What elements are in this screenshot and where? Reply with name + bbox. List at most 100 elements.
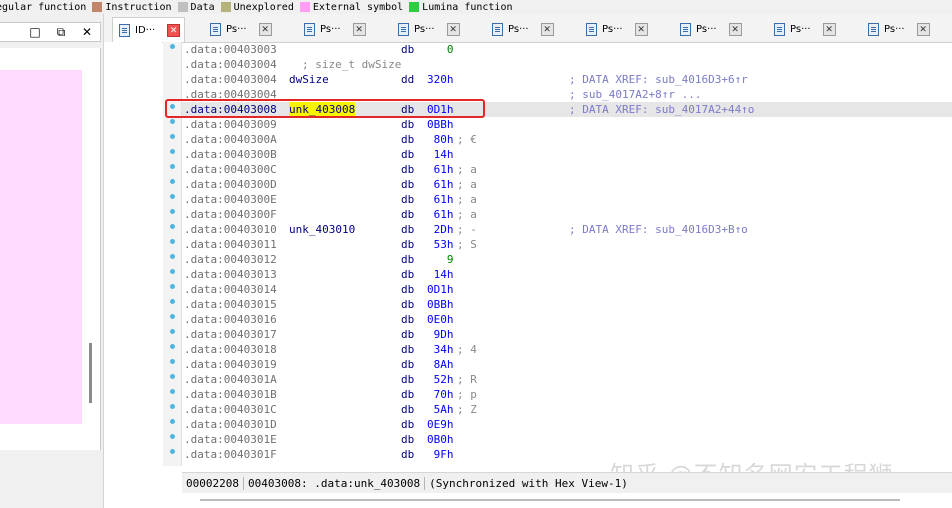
address: .data:0040301F bbox=[184, 448, 277, 461]
mnemonic: db bbox=[401, 253, 415, 266]
mnemonic: db bbox=[401, 283, 415, 296]
legend-label: External symbol bbox=[312, 1, 404, 13]
listing-row[interactable]: .data:00403013 db 14h bbox=[182, 267, 952, 282]
mnemonic: db bbox=[401, 178, 415, 191]
graph-node-marker bbox=[170, 224, 175, 229]
arrow-gutter bbox=[104, 42, 162, 466]
listing-row[interactable]: .data:0040301B db 70h; p bbox=[182, 387, 952, 402]
graph-node-marker bbox=[170, 119, 175, 124]
tab-pseudocode-3[interactable]: Ps··· ✕ bbox=[392, 17, 464, 41]
listing-row[interactable]: .data:00403018 db 34h; 4 bbox=[182, 342, 952, 357]
listing-row[interactable]: .data:0040300C db 61h; a bbox=[182, 162, 952, 177]
listing-row[interactable]: .data:00403014 db 0D1h bbox=[182, 282, 952, 297]
inline-comment: ; R bbox=[457, 373, 477, 386]
vertical-scrollbar[interactable] bbox=[89, 343, 92, 403]
tab-pseudocode-5[interactable]: Ps··· ✕ bbox=[580, 17, 652, 41]
graph-node-marker bbox=[170, 314, 175, 319]
listing-row[interactable]: .data:00403009 db 0BBh bbox=[182, 117, 952, 132]
operand: 61h bbox=[427, 208, 454, 221]
listing-row[interactable]: .data:00403003 db 0 bbox=[182, 42, 952, 57]
tab-label: Ps··· bbox=[790, 23, 811, 35]
listing-row[interactable]: .data:00403019 db 8Ah bbox=[182, 357, 952, 372]
navigator-overview[interactable] bbox=[0, 48, 101, 450]
address: .data:00403019 bbox=[184, 358, 277, 371]
close-icon[interactable]: ✕ bbox=[167, 23, 181, 37]
close-icon[interactable]: ✕ bbox=[634, 22, 648, 36]
listing-row[interactable]: .data:00403004 ; size_t dwSize bbox=[182, 57, 952, 72]
address: .data:0040300D bbox=[184, 178, 277, 191]
address: .data:0040300A bbox=[184, 133, 277, 146]
mnemonic: dd bbox=[401, 73, 415, 86]
operand: 9Fh bbox=[427, 448, 454, 461]
horizontal-scrollbar[interactable] bbox=[200, 499, 900, 501]
listing-row[interactable]: .data:0040300B db 14h bbox=[182, 147, 952, 162]
address: .data:0040301A bbox=[184, 373, 277, 386]
close-icon[interactable]: ✕ bbox=[728, 22, 742, 36]
mnemonic: db bbox=[401, 298, 415, 311]
address: .data:00403013 bbox=[184, 268, 277, 281]
close-icon[interactable]: ✕ bbox=[540, 22, 554, 36]
external-symbol-region bbox=[0, 70, 82, 424]
listing-row[interactable]: .data:00403017 db 9Dh bbox=[182, 327, 952, 342]
tab-pseudocode-4[interactable]: Ps··· ✕ bbox=[486, 17, 558, 41]
listing-row[interactable]: .data:0040301D db 0E9h bbox=[182, 417, 952, 432]
address: .data:00403014 bbox=[184, 283, 277, 296]
listing-row[interactable]: .data:00403012 db 9 bbox=[182, 252, 952, 267]
xref-comment: ; DATA XREF: sub_4017A2+44↑o bbox=[569, 103, 755, 116]
listing-row[interactable]: .data:0040301A db 52h; R bbox=[182, 372, 952, 387]
mnemonic: db bbox=[401, 403, 415, 416]
document-icon bbox=[680, 22, 691, 36]
mnemonic: db bbox=[401, 118, 415, 131]
legend-label: egular function bbox=[0, 1, 87, 13]
legend-item: egular function bbox=[0, 2, 86, 13]
listing-row[interactable]: .data:00403015 db 0BBh bbox=[182, 297, 952, 312]
listing-row[interactable]: .data:00403011 db 53h; S bbox=[182, 237, 952, 252]
listing-row[interactable]: .data:00403004 dwSize dd 320h ; DATA XREF: s… bbox=[182, 72, 952, 87]
restore-icon[interactable]: ⧉ bbox=[48, 25, 74, 40]
listing-row[interactable]: .data:00403016 db 0E0h bbox=[182, 312, 952, 327]
close-icon[interactable]: ✕ bbox=[916, 22, 930, 36]
operand: 53h bbox=[427, 238, 454, 251]
address: .data:00403003 bbox=[184, 43, 277, 56]
mnemonic: db bbox=[401, 418, 415, 431]
listing-row[interactable]: .data:0040300D db 61h; a bbox=[182, 177, 952, 192]
listing-row[interactable]: .data:0040300A db 80h; € bbox=[182, 132, 952, 147]
legend-swatch bbox=[220, 2, 231, 12]
inline-comment: ; S bbox=[457, 238, 477, 251]
tab-pseudocode-2[interactable]: Ps··· ✕ bbox=[298, 17, 370, 41]
graph-node-marker bbox=[170, 269, 175, 274]
operand: 2Dh bbox=[427, 223, 454, 236]
mnemonic: db bbox=[401, 208, 415, 221]
document-icon bbox=[586, 22, 597, 36]
close-icon[interactable]: ✕ bbox=[822, 22, 836, 36]
tab-pseudocode-6[interactable]: Ps··· ✕ bbox=[674, 17, 746, 41]
inline-comment: ; a bbox=[457, 178, 477, 191]
maximize-icon[interactable]: □ bbox=[22, 25, 48, 39]
listing-row[interactable]: .data:00403010 unk_403010 db 2Dh; - ; DATA … bbox=[182, 222, 952, 237]
operand: 320h bbox=[427, 73, 454, 86]
address: .data:00403017 bbox=[184, 328, 277, 341]
operand: 0D1h bbox=[427, 283, 454, 296]
mnemonic: db bbox=[401, 193, 415, 206]
mnemonic: db bbox=[401, 148, 415, 161]
tab-pseudocode-7[interactable]: Ps··· ✕ bbox=[768, 17, 840, 41]
operand: 0E9h bbox=[427, 418, 454, 431]
close-icon[interactable]: ✕ bbox=[352, 22, 366, 36]
inline-comment: ; - bbox=[457, 223, 477, 236]
listing-row[interactable]: .data:0040301E db 0B0h bbox=[182, 432, 952, 447]
close-icon[interactable]: ✕ bbox=[446, 22, 460, 36]
tab-pseudocode-1[interactable]: Ps··· ✕ bbox=[204, 17, 276, 41]
graph-node-marker bbox=[170, 299, 175, 304]
legend-swatch bbox=[92, 2, 103, 12]
listing-row[interactable]: .data:0040300F db 61h; a bbox=[182, 207, 952, 222]
listing-row[interactable]: .data:0040301C db 5Ah; Z bbox=[182, 402, 952, 417]
legend-item: External symbol bbox=[299, 1, 404, 13]
tab-bar: ID··· ✕ Ps··· ✕ Ps··· ✕ Ps··· ✕ Ps··· ✕ Ps··· ✕ Ps··… bbox=[104, 14, 952, 43]
tab-pseudocode-8[interactable]: Ps··· ✕ bbox=[862, 17, 934, 41]
close-icon[interactable]: ✕ bbox=[74, 25, 100, 39]
close-icon[interactable]: ✕ bbox=[258, 22, 272, 36]
address: .data:00403011 bbox=[184, 238, 277, 251]
address: .data:00403004 bbox=[184, 73, 277, 86]
listing-row[interactable]: .data:0040300E db 61h; a bbox=[182, 192, 952, 207]
tab-ida-view[interactable]: ID··· ✕ bbox=[112, 17, 186, 42]
